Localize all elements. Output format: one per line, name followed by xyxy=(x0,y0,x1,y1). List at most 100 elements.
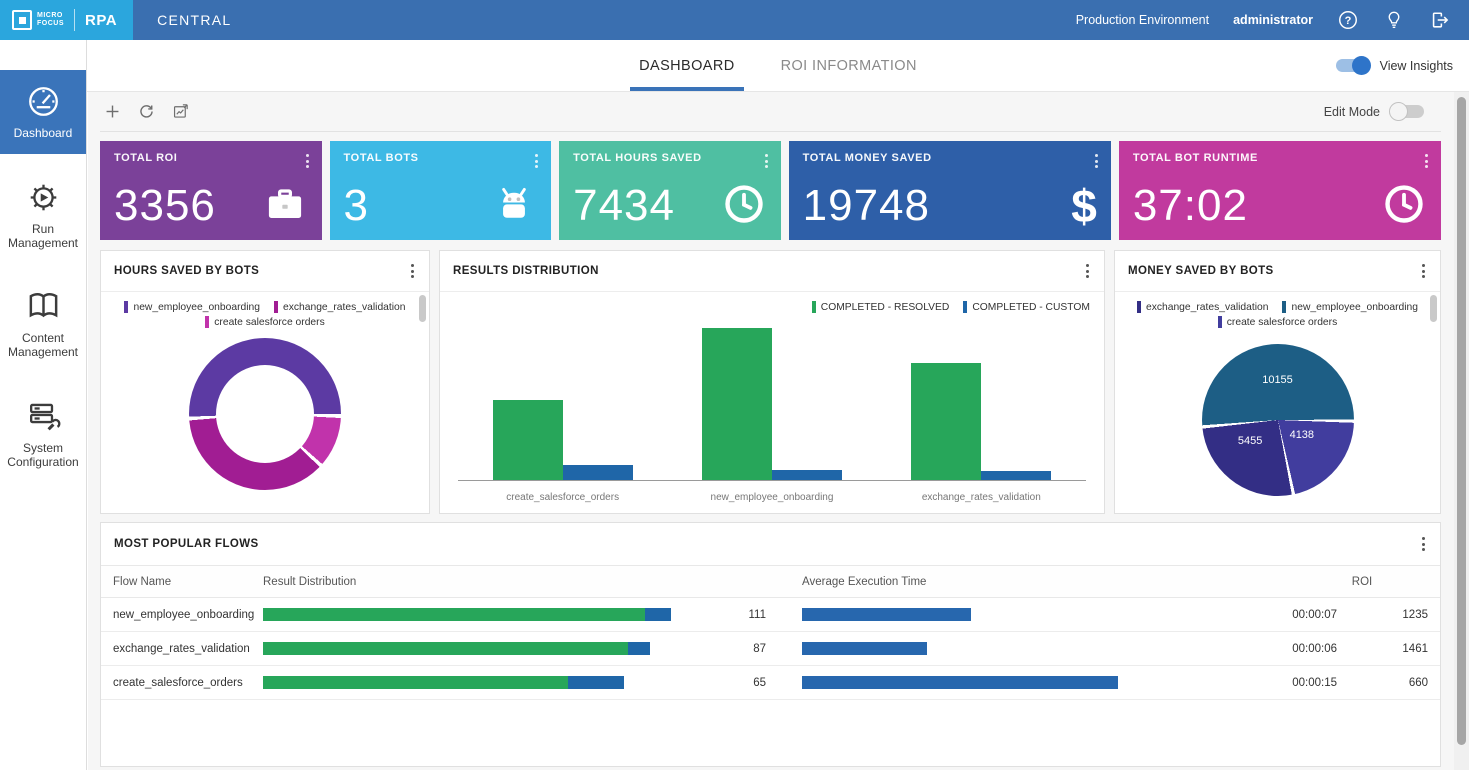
legend-swatch xyxy=(205,316,209,328)
column-header-average-execution-time: Average Execution Time xyxy=(802,576,1247,588)
tile-value: 3 xyxy=(344,185,369,227)
legend-item[interactable]: create salesforce orders xyxy=(205,316,324,328)
table-row[interactable]: create_salesforce_orders 65 00:00:15 660 xyxy=(101,666,1440,700)
clock-icon xyxy=(721,181,767,227)
results-bar-chart xyxy=(458,317,1086,481)
legend-item[interactable]: COMPLETED - RESOLVED xyxy=(812,301,950,313)
tile-menu-icon[interactable] xyxy=(1423,152,1430,170)
tile-value: 3356 xyxy=(114,185,216,227)
legend-item[interactable]: exchange_rates_validation xyxy=(1137,301,1269,313)
legend-item[interactable]: exchange_rates_validation xyxy=(274,301,406,313)
refresh-icon[interactable] xyxy=(137,102,156,121)
panel-title: MONEY SAVED BY BOTS xyxy=(1128,265,1274,277)
chart-legend: COMPLETED - RESOLVED COMPLETED - CUSTOM xyxy=(440,292,1104,315)
tile-menu-icon[interactable] xyxy=(533,152,540,170)
panel-menu-icon[interactable] xyxy=(409,262,416,280)
legend-swatch xyxy=(963,301,967,313)
username[interactable]: administrator xyxy=(1233,13,1313,27)
view-insights-toggle[interactable] xyxy=(1336,59,1369,72)
panel-title: RESULTS DISTRIBUTION xyxy=(453,265,599,277)
tile-total-bot-runtime[interactable]: TOTAL BOT RUNTIME 37:02 xyxy=(1119,141,1441,240)
chart-legend: new_employee_onboarding exchange_rates_v… xyxy=(101,292,429,330)
panel-hours-saved-by-bots: HOURS SAVED BY BOTS new_employee_onboard… xyxy=(100,250,430,514)
sidebar-item-label: Run Management xyxy=(2,223,84,251)
panel-menu-icon[interactable] xyxy=(1420,535,1427,553)
result-count: 111 xyxy=(688,609,766,621)
panel-scrollbar-thumb[interactable] xyxy=(1430,295,1437,322)
legend-item[interactable]: COMPLETED - CUSTOM xyxy=(963,301,1090,313)
flow-name: exchange_rates_validation xyxy=(113,643,263,655)
table-header-row: Flow Name Result Distribution Average Ex… xyxy=(101,566,1440,598)
panel-menu-icon[interactable] xyxy=(1084,262,1091,280)
tile-menu-icon[interactable] xyxy=(763,152,770,170)
legend-item[interactable]: new_employee_onboarding xyxy=(124,301,260,313)
sidebar-item-label: Content Management xyxy=(2,332,84,360)
edit-mode-toggle[interactable] xyxy=(1391,105,1424,118)
add-icon[interactable] xyxy=(103,102,122,121)
result-distribution-bar xyxy=(263,676,624,689)
robot-icon xyxy=(491,181,537,227)
panel-money-saved-by-bots: MONEY SAVED BY BOTS exchange_rates_valid… xyxy=(1114,250,1441,514)
tile-menu-icon[interactable] xyxy=(304,152,311,170)
kpi-tiles: TOTAL ROI 3356 TOTAL BOTS 3 xyxy=(100,141,1441,240)
hours-donut-chart xyxy=(189,338,341,490)
sidebar-item-content-management[interactable]: Content Management xyxy=(0,275,86,373)
bar-resolved xyxy=(493,400,563,480)
tile-total-hours-saved[interactable]: TOTAL HOURS SAVED 7434 xyxy=(559,141,781,240)
sidebar-item-run-management[interactable]: Run Management xyxy=(0,166,86,264)
sidebar-item-label: System Configuration xyxy=(2,442,84,470)
table-row[interactable]: new_employee_onboarding 111 00:00:07 123… xyxy=(101,598,1440,632)
tab-dashboard[interactable]: DASHBOARD xyxy=(630,40,743,91)
legend-item[interactable]: create salesforce orders xyxy=(1218,316,1337,328)
legend-swatch xyxy=(1218,316,1222,328)
logout-icon[interactable] xyxy=(1429,9,1451,31)
tile-total-roi[interactable]: TOTAL ROI 3356 xyxy=(100,141,322,240)
dashboard-content: Edit Mode TOTAL ROI 3356 TOTAL BOTS 3 xyxy=(88,92,1454,770)
tile-total-money-saved[interactable]: TOTAL MONEY SAVED 19748 $ xyxy=(789,141,1111,240)
micro-focus-logo[interactable]: MICRO FOCUS xyxy=(12,10,64,30)
x-axis-label: create_salesforce_orders xyxy=(488,492,638,503)
legend-item[interactable]: new_employee_onboarding xyxy=(1282,301,1418,313)
server-wrench-icon xyxy=(25,398,62,435)
execution-time: 00:00:06 xyxy=(1247,643,1337,655)
tile-value: 7434 xyxy=(573,185,675,227)
gauge-icon xyxy=(25,83,62,120)
bar-custom xyxy=(981,471,1051,480)
briefcase-icon xyxy=(262,181,308,227)
export-report-icon[interactable] xyxy=(171,102,190,121)
legend-swatch xyxy=(274,301,278,313)
tab-roi-information[interactable]: ROI INFORMATION xyxy=(772,40,926,91)
legend-swatch xyxy=(812,301,816,313)
flow-name: create_salesforce_orders xyxy=(113,677,263,689)
bar-group xyxy=(906,317,1056,480)
dashboard-toolbar: Edit Mode xyxy=(100,92,1441,132)
product-name: RPA xyxy=(85,12,117,29)
result-distribution-bar xyxy=(263,608,671,621)
tile-menu-icon[interactable] xyxy=(1093,152,1100,170)
clock-icon xyxy=(1381,181,1427,227)
main-scrollbar-thumb[interactable] xyxy=(1457,97,1466,745)
tile-title: TOTAL BOTS xyxy=(344,152,538,164)
dollar-icon: $ xyxy=(1071,186,1097,227)
pie-slice-label: 4138 xyxy=(1290,429,1314,441)
panel-menu-icon[interactable] xyxy=(1420,262,1427,280)
edit-mode-control: Edit Mode xyxy=(1324,105,1438,119)
sidebar-item-system-configuration[interactable]: System Configuration xyxy=(0,385,86,483)
table-row[interactable]: exchange_rates_validation 87 00:00:06 14… xyxy=(101,632,1440,666)
panel-most-popular-flows: MOST POPULAR FLOWS Flow Name Result Dist… xyxy=(100,522,1441,767)
panel-scrollbar-thumb[interactable] xyxy=(419,295,426,322)
execution-time-bar xyxy=(802,608,971,621)
environment-label: Production Environment xyxy=(1076,13,1209,27)
panel-results-distribution: RESULTS DISTRIBUTION COMPLETED - RESOLVE… xyxy=(439,250,1105,514)
header-right: Production Environment administrator ? xyxy=(1076,9,1469,31)
main-scrollbar[interactable] xyxy=(1454,92,1469,770)
help-icon[interactable]: ? xyxy=(1337,9,1359,31)
lightbulb-icon[interactable] xyxy=(1383,9,1405,31)
sidebar-item-dashboard[interactable]: Dashboard xyxy=(0,70,86,154)
bar-custom xyxy=(563,465,633,480)
bar-custom xyxy=(772,470,842,480)
execution-time-bar xyxy=(802,642,927,655)
micro-focus-logo-text: MICRO FOCUS xyxy=(37,12,64,27)
tile-title: TOTAL HOURS SAVED xyxy=(573,152,767,164)
tile-total-bots[interactable]: TOTAL BOTS 3 xyxy=(330,141,552,240)
